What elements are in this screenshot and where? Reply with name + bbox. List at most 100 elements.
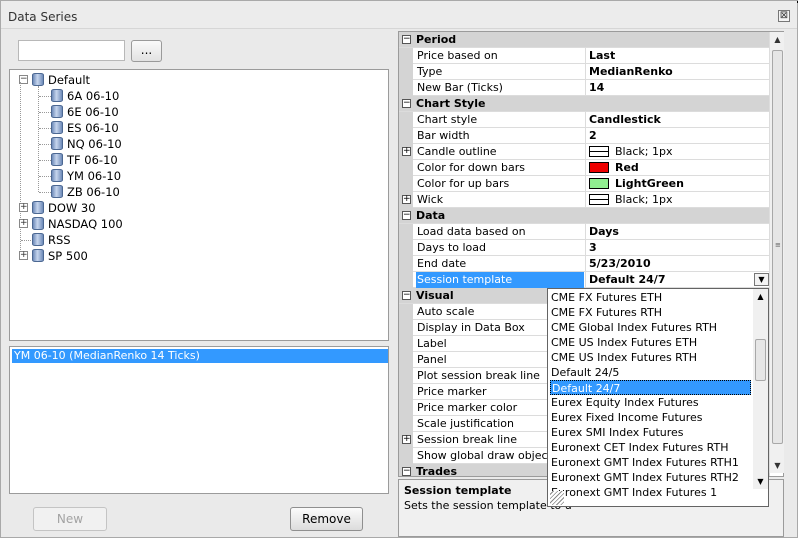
tree-node-list[interactable]: SP 500 [48,248,88,264]
close-icon[interactable]: ⊠ [778,10,790,22]
session-option[interactable]: Eurex SMI Index Futures [550,425,751,440]
property-value[interactable]: 2 [585,128,770,144]
selected-series-item[interactable]: YM 06-10 (MedianRenko 14 Ticks) [12,349,388,363]
color-swatch [589,178,609,189]
tree-node-instrument[interactable]: NQ 06-10 [67,136,122,152]
session-option[interactable]: Euronext GMT Index Futures 1 [550,485,751,500]
session-option[interactable]: CME US Index Futures ETH [550,335,751,350]
dropdown-scroll-up-icon[interactable]: ▲ [753,289,768,304]
property-name[interactable]: Color for up bars [416,176,584,192]
collapse-icon[interactable]: − [402,35,411,44]
property-value[interactable]: 5/23/2010 [585,256,770,272]
tree-node-list[interactable]: RSS [48,232,71,248]
dropdown-scroll-thumb[interactable] [755,339,766,381]
session-option[interactable]: CME FX Futures RTH [550,305,751,320]
property-name[interactable]: Session template [416,272,584,288]
tree-node-instrument[interactable]: ES 06-10 [67,120,119,136]
tree-connector [39,96,51,97]
property-row[interactable]: Load data based on Days [399,224,770,240]
property-row[interactable]: Type MedianRenko [399,64,770,80]
property-value[interactable]: Days [585,224,770,240]
category-period[interactable]: − Period [399,32,770,48]
collapse-icon[interactable]: − [402,99,411,108]
remove-button[interactable]: Remove [290,507,363,531]
property-name[interactable]: End date [416,256,584,272]
session-option[interactable]: CME FX Futures ETH [550,290,751,305]
property-row[interactable]: Session template Default 24/7 ▼ [399,272,770,288]
session-option[interactable]: Eurex Equity Index Futures [550,395,751,410]
property-name[interactable]: Price based on [416,48,584,64]
property-row[interactable]: Color for down bars Red [399,160,770,176]
property-row[interactable]: Bar width 2 [399,128,770,144]
property-value[interactable]: Black; 1px [585,144,770,160]
property-name[interactable]: Wick [416,192,584,208]
property-value[interactable]: Black; 1px [585,192,770,208]
property-row[interactable]: + Candle outline Black; 1px [399,144,770,160]
tree-node-list[interactable]: DOW 30 [48,200,96,216]
instrument-search-input[interactable] [18,40,125,61]
property-grid-scrollbar[interactable]: ▲ ≡ ▼ [769,32,784,473]
dropdown-scrollbar[interactable]: ▲ ▼ [753,289,768,489]
property-row[interactable]: Price based on Last [399,48,770,64]
property-value[interactable]: Red [585,160,770,176]
property-value[interactable]: Candlestick [585,112,770,128]
scroll-up-icon[interactable]: ▲ [770,32,785,47]
property-value[interactable]: 3 [585,240,770,256]
property-value[interactable]: MedianRenko [585,64,770,80]
category-data[interactable]: − Data [399,208,770,224]
property-name[interactable]: Days to load [416,240,584,256]
session-option[interactable]: CME US Index Futures RTH [550,350,751,365]
tree-node-list-expander-icon[interactable]: + [19,251,28,260]
property-name[interactable]: Chart style [416,112,584,128]
dropdown-arrow-icon[interactable]: ▼ [754,273,769,286]
property-value[interactable]: Last [585,48,770,64]
session-option[interactable]: CME Global Index Futures RTH [550,320,751,335]
browse-button[interactable]: ... [131,40,162,62]
tree-node-list-expander-icon[interactable]: + [19,203,28,212]
instrument-tree[interactable]: − Default 6A 06-10 6E 06-10 ES 06-10 NQ 06-10… [9,69,389,341]
property-row[interactable]: Color for up bars LightGreen [399,176,770,192]
property-value[interactable]: 14 [585,80,770,96]
tree-node-instrument[interactable]: 6E 06-10 [67,104,119,120]
tree-node-list-expander-icon[interactable]: + [19,219,28,228]
property-row[interactable]: Chart style Candlestick [399,112,770,128]
property-name[interactable]: New Bar (Ticks) [416,80,584,96]
tree-node-instrument[interactable]: YM 06-10 [67,168,121,184]
property-name[interactable]: Type [416,64,584,80]
collapse-icon[interactable]: − [402,467,411,476]
property-name[interactable]: Color for down bars [416,160,584,176]
expand-icon[interactable]: + [402,435,411,444]
collapse-icon[interactable]: − [402,211,411,220]
scroll-down-icon[interactable]: ▼ [770,458,785,473]
tree-node-default[interactable]: Default [48,72,90,88]
property-row[interactable]: Days to load 3 [399,240,770,256]
tree-node-instrument[interactable]: 6A 06-10 [67,88,119,104]
property-name[interactable]: Candle outline [416,144,584,160]
tree-node-instrument[interactable]: TF 06-10 [67,152,118,168]
session-template-dropdown[interactable]: Euronext GMT Index Futures 1 Euronext GMT… [547,288,769,507]
property-row[interactable]: New Bar (Ticks) 14 [399,80,770,96]
tree-node-list[interactable]: NASDAQ 100 [48,216,123,232]
session-option[interactable]: Default 24/5 [550,365,751,380]
property-name[interactable]: Load data based on [416,224,584,240]
session-option[interactable]: Default 24/7 [550,380,751,395]
expand-icon[interactable]: + [402,147,411,156]
property-row[interactable]: + Wick Black; 1px [399,192,770,208]
resize-grip-icon[interactable] [550,491,564,505]
session-option[interactable]: Euronext GMT Index Futures RTH2 [550,470,751,485]
session-option[interactable]: Euronext GMT Index Futures RTH1 [550,455,751,470]
dropdown-scroll-down-icon[interactable]: ▼ [753,474,768,489]
property-row[interactable]: End date 5/23/2010 [399,256,770,272]
new-button[interactable]: New [33,507,107,531]
selected-series-list[interactable]: YM 06-10 (MedianRenko 14 Ticks) [9,346,389,494]
property-value[interactable]: LightGreen [585,176,770,192]
expand-icon[interactable]: + [402,195,411,204]
session-option[interactable]: Eurex Fixed Income Futures [550,410,751,425]
property-value[interactable]: Default 24/7 ▼ [585,272,770,288]
collapse-icon[interactable]: − [402,291,411,300]
scroll-thumb[interactable]: ≡ [772,50,783,444]
category-chart_style[interactable]: − Chart Style [399,96,770,112]
session-option[interactable]: Euronext CET Index Futures RTH [550,440,751,455]
property-name[interactable]: Bar width [416,128,584,144]
tree-node-instrument[interactable]: ZB 06-10 [67,184,120,200]
